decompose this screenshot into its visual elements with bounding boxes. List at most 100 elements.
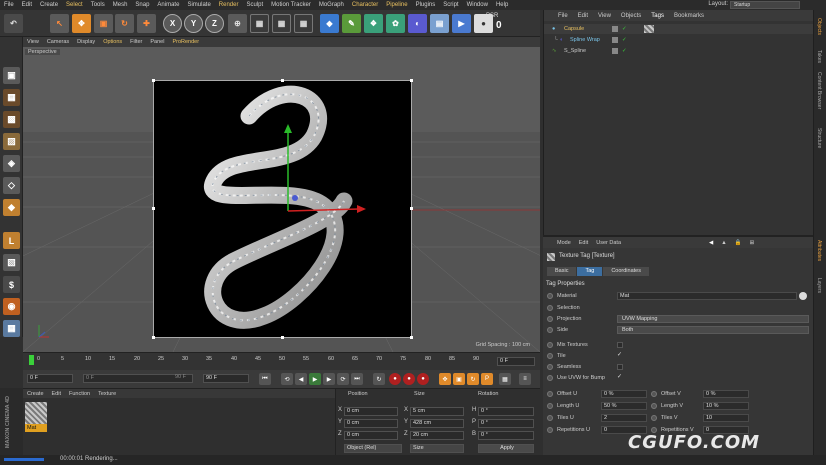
timeline-ruler[interactable]: 0 5 10 15 20 25 30 35 40 45 50 55 60 65 …: [23, 352, 540, 370]
animate-bullet-icon[interactable]: [547, 427, 553, 433]
animate-bullet-icon[interactable]: [651, 403, 657, 409]
move-tool-icon[interactable]: ✥: [72, 14, 91, 33]
camera-icon[interactable]: ▶: [452, 14, 471, 33]
polygons-mode-icon[interactable]: ◆: [3, 199, 20, 216]
animate-bullet-icon[interactable]: [547, 316, 553, 322]
side-tab-structure[interactable]: Structure: [816, 128, 822, 148]
obj-menu-tags[interactable]: Tags: [646, 13, 669, 19]
side-tab-content-browser[interactable]: Content Browser: [816, 72, 822, 109]
visibility-toggle-icon[interactable]: [612, 48, 618, 54]
playhead-marker[interactable]: [29, 355, 34, 365]
side-tab-attributes[interactable]: Attributes: [816, 240, 822, 261]
animate-bullet-icon[interactable]: [547, 293, 553, 299]
object-name[interactable]: Capsule: [564, 24, 584, 34]
tab-coordinates[interactable]: Coordinates: [603, 267, 649, 276]
go-to-start-icon[interactable]: ⏮: [259, 373, 271, 385]
menu-select[interactable]: Select: [62, 2, 87, 8]
pos-z-field[interactable]: 0 cm: [344, 431, 398, 440]
seamless-checkbox[interactable]: [617, 364, 623, 370]
object-row-spline-wrap[interactable]: └ ◐ Spline Wrap ✓: [544, 35, 814, 45]
object-name[interactable]: Spline Wrap: [570, 35, 600, 45]
animate-bullet-icon[interactable]: [547, 342, 553, 348]
record-key-icon[interactable]: ●: [389, 373, 401, 385]
play-icon[interactable]: ▶: [309, 373, 321, 385]
make-editable-icon[interactable]: ▣: [3, 67, 20, 84]
model-mode-icon[interactable]: ▦: [3, 89, 20, 106]
undo-icon[interactable]: ↶: [4, 14, 23, 33]
perspective-viewport[interactable]: Perspective Grid Spacing: 100 cm: [23, 47, 540, 352]
size-x-field[interactable]: 5 cm: [410, 407, 464, 416]
menu-plugins[interactable]: Plugins: [412, 2, 440, 8]
mat-menu-function[interactable]: Function: [65, 391, 94, 397]
auto-key-icon[interactable]: ●: [403, 373, 415, 385]
coordinate-system-icon[interactable]: ⊕: [228, 14, 247, 33]
render-settings-icon[interactable]: ▦: [294, 14, 313, 33]
object-name[interactable]: S_Spline: [564, 46, 586, 56]
enabled-check-icon[interactable]: ✓: [622, 35, 627, 45]
scale-tool-icon[interactable]: ▣: [94, 14, 113, 33]
visibility-toggle-icon[interactable]: [612, 26, 618, 32]
side-tab-layers[interactable]: Layers: [816, 278, 822, 293]
render-region-handle[interactable]: [410, 79, 413, 82]
uvw-bump-checkbox[interactable]: ✓: [617, 373, 622, 380]
menu-tools[interactable]: Tools: [87, 2, 109, 8]
render-to-picture-viewer-icon[interactable]: ▦: [272, 14, 291, 33]
next-key-icon[interactable]: ⟳: [337, 373, 349, 385]
snap-icon[interactable]: $: [3, 276, 20, 293]
texture-mode-icon[interactable]: ▩: [3, 111, 20, 128]
animate-bullet-icon[interactable]: [547, 415, 553, 421]
tile-checkbox[interactable]: ✓: [617, 351, 622, 358]
go-to-end-icon[interactable]: ⏭: [351, 373, 363, 385]
up-arrow-icon[interactable]: ▲: [717, 240, 730, 246]
menu-animate[interactable]: Animate: [153, 2, 183, 8]
axis-y-button[interactable]: Y: [184, 14, 203, 33]
loop-icon[interactable]: ↻: [373, 373, 385, 385]
axis-x-button[interactable]: X: [163, 14, 182, 33]
key-scale-icon[interactable]: ▣: [453, 373, 465, 385]
edges-mode-icon[interactable]: ◇: [3, 177, 20, 194]
attr-menu-edit[interactable]: Edit: [575, 240, 592, 246]
menu-pipeline[interactable]: Pipeline: [382, 2, 411, 8]
length-v-field[interactable]: 10 %: [703, 402, 749, 410]
live-selection-icon[interactable]: ↖: [50, 14, 69, 33]
viewport-camera-label[interactable]: Perspective: [25, 49, 60, 55]
menu-edit[interactable]: Edit: [18, 2, 36, 8]
object-row-capsule[interactable]: ● Capsule ✓: [544, 24, 814, 34]
workplane-icon[interactable]: ▨: [3, 133, 20, 150]
menu-motion-tracker[interactable]: Motion Tracker: [267, 2, 315, 8]
pen-spline-icon[interactable]: ✎: [342, 14, 361, 33]
tab-basic[interactable]: Basic: [547, 267, 577, 276]
render-region-handle[interactable]: [410, 336, 413, 339]
obj-menu-objects[interactable]: Objects: [616, 13, 646, 19]
timeline-options-icon[interactable]: ≡: [519, 373, 531, 385]
tiles-v-field[interactable]: 10: [703, 414, 749, 422]
menu-script[interactable]: Script: [439, 2, 462, 8]
rot-b-field[interactable]: 0 °: [478, 431, 534, 440]
menu-simulate[interactable]: Simulate: [183, 2, 214, 8]
menu-mograph[interactable]: MoGraph: [315, 2, 348, 8]
size-y-field[interactable]: 428 cm: [410, 419, 464, 428]
menu-file[interactable]: File: [0, 2, 18, 8]
material-thumbnail[interactable]: [25, 402, 47, 424]
tweak-mode-icon[interactable]: ▧: [3, 254, 20, 271]
render-region-handle[interactable]: [152, 207, 155, 210]
prev-frame-icon[interactable]: ◀: [295, 373, 307, 385]
subdivision-icon[interactable]: ❖: [364, 14, 383, 33]
length-u-field[interactable]: 50 %: [601, 402, 647, 410]
back-arrow-icon[interactable]: ◀: [705, 240, 717, 246]
vp-menu-options[interactable]: Options: [99, 39, 126, 45]
offset-v-field[interactable]: 0 %: [703, 390, 749, 398]
animate-bullet-icon[interactable]: [547, 364, 553, 370]
menu-mesh[interactable]: Mesh: [109, 2, 132, 8]
rotate-tool-icon[interactable]: ↻: [115, 14, 134, 33]
vp-menu-filter[interactable]: Filter: [126, 39, 146, 45]
add-tool-icon[interactable]: ✚: [137, 14, 156, 33]
size-z-field[interactable]: 20 cm: [410, 431, 464, 440]
offset-u-field[interactable]: 0 %: [601, 390, 647, 398]
vp-menu-cameras[interactable]: Cameras: [43, 39, 73, 45]
render-region-handle[interactable]: [152, 79, 155, 82]
axis-mode-icon[interactable]: L: [3, 232, 20, 249]
side-dropdown[interactable]: Both: [617, 326, 809, 334]
enabled-check-icon[interactable]: ✓: [622, 24, 627, 34]
prev-key-icon[interactable]: ⟲: [281, 373, 293, 385]
